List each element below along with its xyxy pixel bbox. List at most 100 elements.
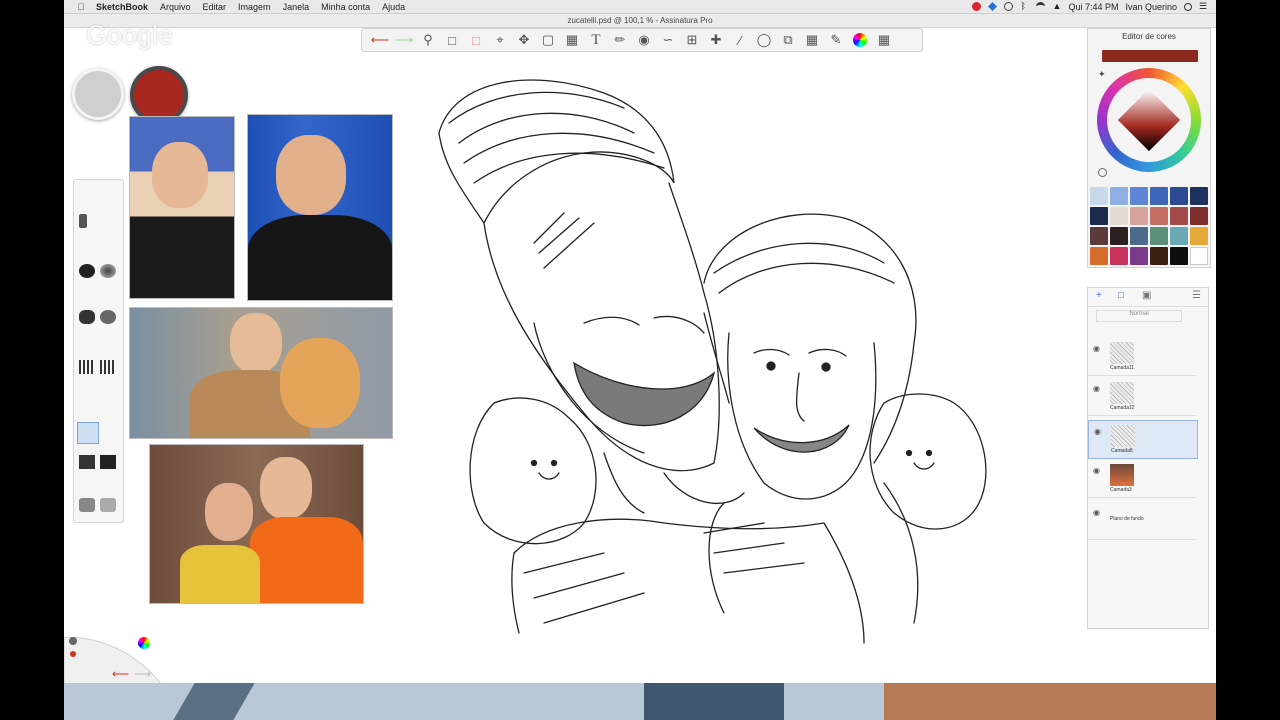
symmetry-icon[interactable]: ✚: [706, 30, 726, 50]
color-swatch[interactable]: [1110, 207, 1128, 225]
distort-icon[interactable]: ▦: [562, 30, 582, 50]
notification-center-icon[interactable]: ☰: [1199, 2, 1208, 11]
visibility-eye-icon[interactable]: ◉: [1093, 384, 1100, 393]
redo-icon[interactable]: ⟶: [394, 30, 414, 50]
apple-icon[interactable]: : [74, 2, 88, 12]
add-group-icon[interactable]: □: [1118, 290, 1124, 301]
select-icon[interactable]: □: [442, 30, 462, 50]
brush-library-icon[interactable]: ✎: [826, 30, 846, 50]
brush-eraser-icon[interactable]: [79, 455, 95, 469]
visibility-eye-icon[interactable]: ◉: [1093, 466, 1100, 475]
transform-icon[interactable]: ▢: [538, 30, 558, 50]
color-swatch[interactable]: [1130, 227, 1148, 245]
hsv-toggle-icon[interactable]: [1098, 168, 1107, 177]
lagoon-redo-icon[interactable]: ⟶: [134, 667, 151, 681]
brush-ink-icon[interactable]: [79, 264, 95, 278]
move-icon[interactable]: ✥: [514, 30, 534, 50]
brush-texture-icon[interactable]: [100, 310, 116, 324]
spotlight-icon[interactable]: [1184, 2, 1192, 11]
copy-icon[interactable]: ⧉: [778, 30, 798, 50]
color-swatch[interactable]: [1130, 187, 1148, 205]
drawing-canvas[interactable]: ⟵ ⟶: [64, 53, 1086, 720]
lasso-icon[interactable]: □: [466, 30, 486, 50]
volume-icon[interactable]: ▲: [1052, 2, 1061, 11]
menu-imagem[interactable]: Imagem: [238, 2, 271, 12]
color-swatch[interactable]: [1170, 187, 1188, 205]
layer-row[interactable]: ◉ Camada8: [1088, 420, 1198, 459]
lagoon-color-wheel-icon[interactable]: [138, 637, 150, 649]
lagoon-info-icon[interactable]: [69, 637, 77, 645]
lagoon-undo-icon[interactable]: ⟵: [112, 667, 129, 681]
color-swatch[interactable]: [1190, 227, 1208, 245]
stroke-icon[interactable]: ∕: [730, 30, 750, 50]
color-wheel[interactable]: [1097, 68, 1201, 172]
brush-selected-pen-icon[interactable]: [77, 422, 99, 444]
color-swatch[interactable]: [1170, 247, 1188, 265]
zoom-icon[interactable]: ⚲: [418, 30, 438, 50]
visibility-eye-icon[interactable]: ◉: [1094, 427, 1101, 436]
creative-cloud-icon[interactable]: [972, 2, 982, 11]
color-swatch[interactable]: [1150, 207, 1168, 225]
color-swatch[interactable]: [1110, 187, 1128, 205]
menu-minha-conta[interactable]: Minha conta: [321, 2, 370, 12]
app-name-menu[interactable]: SketchBook: [96, 2, 148, 12]
color-swatch[interactable]: [1150, 187, 1168, 205]
brush-hatch-icon[interactable]: [79, 360, 95, 374]
crop-icon[interactable]: ⌖: [490, 30, 510, 50]
dropbox-icon[interactable]: [988, 2, 998, 11]
shape-icon[interactable]: ◯: [754, 30, 774, 50]
text-icon[interactable]: T: [586, 30, 606, 50]
color-swatch[interactable]: [1130, 207, 1148, 225]
secondary-color-puck[interactable]: [72, 68, 124, 120]
color-swatch[interactable]: [1170, 227, 1188, 245]
menu-janela[interactable]: Janela: [283, 2, 310, 12]
brush-blur-icon[interactable]: [100, 498, 116, 512]
brush-fill-icon[interactable]: [100, 455, 116, 469]
ruler-icon[interactable]: ✏: [610, 30, 630, 50]
color-swatch[interactable]: [1090, 207, 1108, 225]
layers-icon[interactable]: ▦: [874, 30, 894, 50]
clock[interactable]: Qui 7:44 PM: [1068, 2, 1118, 12]
color-swatch[interactable]: [1150, 227, 1168, 245]
layer-menu-icon[interactable]: ☰: [1192, 290, 1201, 301]
brush-hatch2-icon[interactable]: [100, 360, 116, 374]
visibility-eye-icon[interactable]: ◉: [1093, 344, 1100, 353]
brush-pencil-icon[interactable]: [79, 214, 87, 228]
color-swatch[interactable]: [1190, 207, 1208, 225]
menu-editar[interactable]: Editar: [203, 2, 227, 12]
french-curve-icon[interactable]: ∽: [658, 30, 678, 50]
visibility-eye-icon[interactable]: ◉: [1093, 508, 1100, 517]
bluetooth-icon[interactable]: ᛒ: [1020, 2, 1029, 11]
color-swatch[interactable]: [1130, 247, 1148, 265]
eyedropper-icon[interactable]: ✦: [1098, 69, 1106, 80]
blend-mode-select[interactable]: Normal: [1096, 310, 1182, 322]
color-swatch[interactable]: [1110, 227, 1128, 245]
menu-arquivo[interactable]: Arquivo: [160, 2, 191, 12]
color-swatch[interactable]: [1090, 247, 1108, 265]
color-swatch[interactable]: [1150, 247, 1168, 265]
add-layer-icon[interactable]: +: [1096, 290, 1102, 301]
color-swatch[interactable]: [1190, 187, 1208, 205]
brush-marker-icon[interactable]: [79, 310, 95, 324]
color-swatch[interactable]: [1190, 247, 1208, 265]
layer-row[interactable]: ◉ Camada3: [1088, 460, 1196, 498]
color-swatch[interactable]: [1090, 187, 1108, 205]
ellipse-guide-icon[interactable]: ◉: [634, 30, 654, 50]
wifi-icon[interactable]: [1036, 2, 1046, 11]
layer-row[interactable]: ◉ Plano de fundo: [1088, 502, 1196, 540]
undo-icon[interactable]: ⟵: [370, 30, 390, 50]
layer-row[interactable]: ◉ Camada12: [1088, 378, 1196, 416]
brush-airbrush-icon[interactable]: [100, 264, 116, 278]
color-swatch[interactable]: [1170, 207, 1188, 225]
lagoon-record-icon[interactable]: [70, 651, 76, 657]
menu-ajuda[interactable]: Ajuda: [382, 2, 405, 12]
time-machine-icon[interactable]: [1004, 2, 1014, 11]
fill-icon[interactable]: ▦: [802, 30, 822, 50]
color-wheel-icon[interactable]: [850, 30, 870, 50]
layer-row[interactable]: ◉ Camada11: [1088, 338, 1196, 376]
color-swatch[interactable]: [1090, 227, 1108, 245]
add-image-icon[interactable]: ▣: [1142, 290, 1151, 301]
current-color-swatch[interactable]: [1102, 50, 1198, 62]
user-name[interactable]: Ivan Querino: [1125, 2, 1177, 12]
color-swatch[interactable]: [1110, 247, 1128, 265]
